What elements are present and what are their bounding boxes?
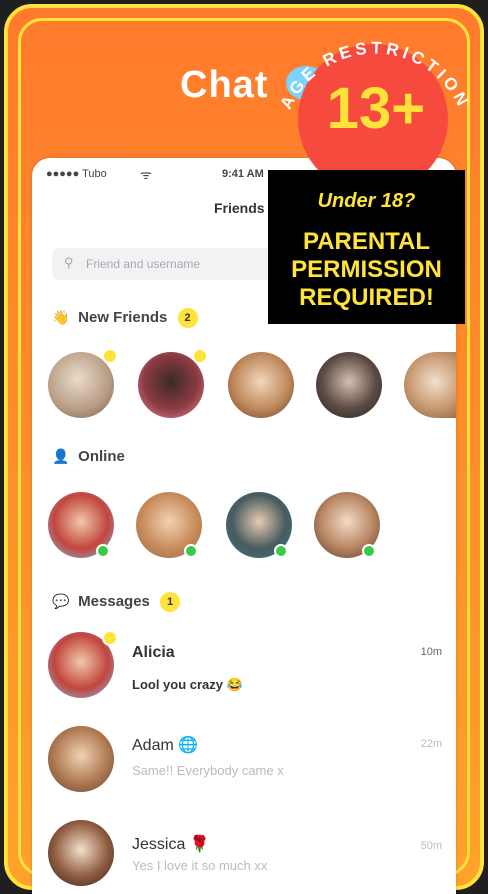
new-friend-avatar[interactable]	[228, 352, 294, 418]
section-label: Online	[78, 448, 125, 465]
parental-line-1: PARENTAL	[302, 228, 431, 255]
parental-line-3: REQUIRED!	[299, 284, 434, 311]
wifi-icon: ᯤ	[140, 167, 152, 182]
message-time: 10m	[420, 646, 442, 658]
new-friend-avatar[interactable]	[404, 352, 456, 418]
search-icon: ⚲	[64, 255, 74, 270]
parental-line-2: PERMISSION	[291, 256, 442, 283]
parental-permission-banner: Under 18? PARENTAL PERMISSION REQUIRED!	[268, 170, 465, 324]
rose-icon: 🌹	[189, 836, 210, 853]
age-rating: 13+	[326, 76, 426, 141]
message-preview: Yes I love it so much xx	[132, 858, 268, 873]
section-new-friends: 👋 New Friends 2	[52, 308, 198, 328]
section-label: New Friends	[78, 309, 168, 326]
section-messages: 💬 Messages 1	[52, 592, 181, 612]
messages-count-badge: 1	[160, 592, 181, 612]
unread-indicator	[102, 630, 118, 646]
message-sender: Jessica 🌹	[132, 836, 210, 853]
message-preview: Lool you crazy 😂	[132, 677, 243, 692]
online-indicator	[274, 544, 288, 558]
message-preview: Same!! Everybody came x	[132, 763, 284, 778]
search-placeholder: Friend and username	[86, 257, 201, 271]
clock: 9:41 AM	[222, 168, 264, 180]
online-indicator	[184, 544, 198, 558]
wave-icon: 👋	[52, 309, 70, 325]
page-title: Friends	[214, 200, 265, 216]
new-friend-avatar[interactable]	[316, 352, 382, 418]
message-icon: 💬	[52, 593, 70, 609]
message-time: 50m	[420, 840, 442, 852]
carrier-label: ●●●●● Tubo	[46, 168, 107, 180]
online-indicator	[96, 544, 110, 558]
message-sender: Alicia	[132, 644, 175, 661]
headline-title: Chat	[180, 64, 269, 106]
online-indicator	[362, 544, 376, 558]
new-indicator	[192, 348, 208, 364]
message-avatar	[48, 820, 114, 886]
message-sender: Adam 🌐	[132, 737, 199, 754]
user-icon: 👤	[52, 448, 70, 464]
under-18-question: Under 18?	[317, 190, 416, 212]
new-indicator	[102, 348, 118, 364]
message-time: 22m	[420, 738, 442, 750]
new-friends-count-badge: 2	[177, 308, 198, 328]
globe-icon: 🌐	[178, 737, 199, 754]
message-avatar	[48, 726, 114, 792]
section-online: 👤 Online	[52, 448, 125, 465]
section-label: Messages	[78, 593, 150, 610]
